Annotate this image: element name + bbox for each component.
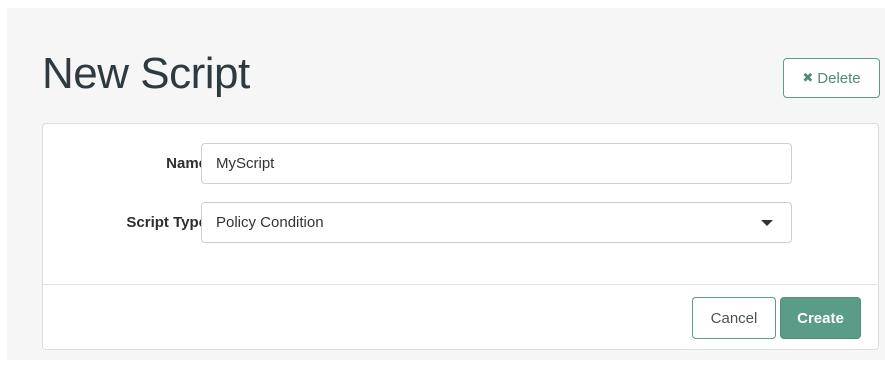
close-icon: ✖: [802, 70, 814, 85]
name-label: Name: [166, 155, 207, 172]
create-button[interactable]: Create: [780, 297, 861, 339]
caret-down-icon: [761, 219, 773, 226]
script-type-label: Script Type: [126, 214, 207, 231]
script-form-card: Name MyScript Script Type Policy Conditi…: [42, 123, 879, 350]
name-input-value: MyScript: [216, 155, 275, 172]
delete-button[interactable]: ✖ Delete: [783, 58, 880, 98]
delete-button-label: Delete: [817, 69, 861, 87]
card-footer-divider: [43, 284, 878, 285]
script-type-select[interactable]: Policy Condition: [201, 202, 792, 243]
name-input[interactable]: MyScript: [201, 143, 792, 184]
page-title: New Script: [42, 49, 250, 98]
script-type-selected-value: Policy Condition: [216, 214, 324, 231]
cancel-button[interactable]: Cancel: [692, 297, 776, 339]
